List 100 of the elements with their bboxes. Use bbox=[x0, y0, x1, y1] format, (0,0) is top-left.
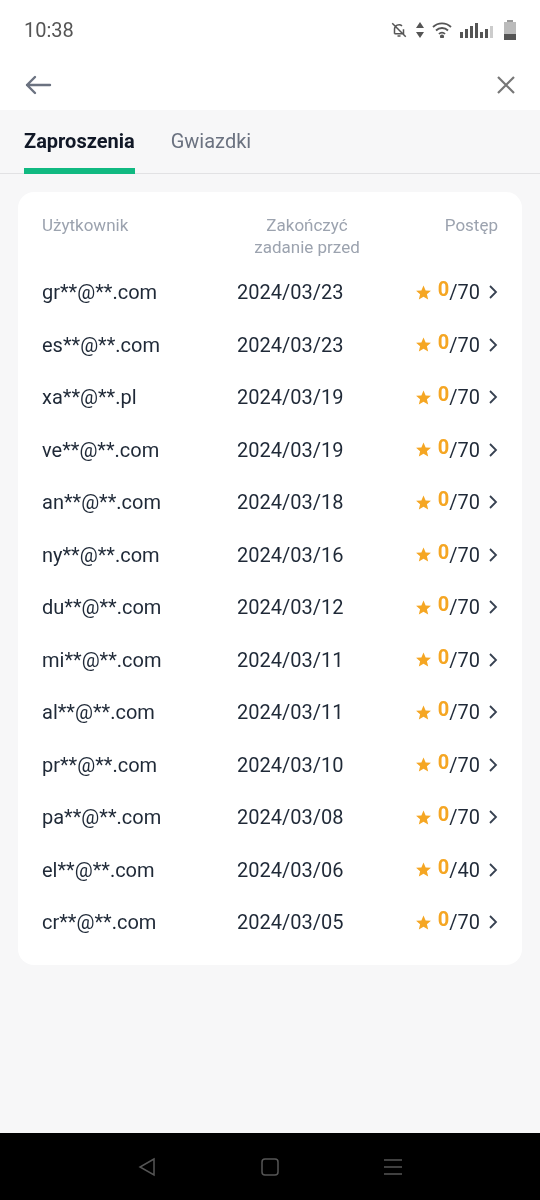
chevron-right-icon bbox=[488, 336, 498, 353]
invite-row[interactable]: ny**@**.com 2024/03/16 0/70 bbox=[42, 528, 498, 581]
invite-row[interactable]: du**@**.com 2024/03/12 0/70 bbox=[42, 581, 498, 634]
due-date: 2024/03/11 bbox=[237, 646, 345, 674]
chevron-right-icon bbox=[488, 756, 498, 773]
stars-total: /70 bbox=[449, 384, 480, 412]
stars-total: /70 bbox=[449, 279, 480, 307]
chevron-right-icon bbox=[488, 284, 498, 301]
home-nav-icon[interactable] bbox=[261, 1157, 279, 1176]
column-header: Zakończyć zadanie przed bbox=[253, 214, 361, 258]
stars-total: /70 bbox=[449, 699, 480, 727]
user-email: ny**@**.com bbox=[42, 541, 161, 569]
user-email: an**@**.com bbox=[42, 489, 163, 517]
stars-earned: 0 bbox=[437, 906, 450, 934]
due-date: 2024/03/11 bbox=[237, 699, 345, 727]
star-icon bbox=[414, 336, 432, 354]
invite-row[interactable]: al**@**.com 2024/03/11 0/70 bbox=[42, 686, 498, 739]
due-date: 2024/03/23 bbox=[237, 279, 345, 307]
data-arrows-icon bbox=[416, 22, 424, 38]
chevron-right-icon bbox=[488, 651, 498, 668]
invite-row[interactable]: an**@**.com 2024/03/18 0/70 bbox=[42, 476, 498, 529]
invite-row[interactable]: ve**@**.com 2024/03/19 0/70 bbox=[42, 423, 498, 476]
due-date: 2024/03/19 bbox=[237, 436, 345, 464]
invite-row[interactable]: cr**@**.com 2024/03/05 0/70 bbox=[42, 896, 498, 949]
chevron-right-icon bbox=[488, 914, 498, 931]
user-email: ve**@**.com bbox=[42, 436, 161, 464]
stars-earned: 0 bbox=[437, 801, 450, 829]
stars-total: /70 bbox=[449, 489, 480, 517]
stars-total: /70 bbox=[449, 751, 480, 779]
stars-total: /70 bbox=[449, 331, 480, 359]
star-icon bbox=[414, 808, 432, 826]
stars-earned: 0 bbox=[437, 538, 450, 566]
stars-total: /70 bbox=[449, 909, 480, 937]
star-icon bbox=[414, 493, 432, 511]
due-date: 2024/03/10 bbox=[237, 751, 345, 779]
stars-total: /70 bbox=[449, 594, 480, 622]
tab[interactable]: Zaproszenia bbox=[24, 126, 135, 174]
stars-earned: 0 bbox=[437, 328, 450, 356]
invite-row[interactable]: pr**@**.com 2024/03/10 0/70 bbox=[42, 738, 498, 791]
stars-earned: 0 bbox=[437, 853, 450, 881]
user-email: gr**@**.com bbox=[42, 279, 159, 307]
user-email: al**@**.com bbox=[42, 699, 156, 727]
battery-icon bbox=[504, 20, 516, 40]
stars-total: /70 bbox=[449, 436, 480, 464]
stars-total: /70 bbox=[449, 541, 480, 569]
star-icon bbox=[414, 756, 432, 774]
wifi-icon bbox=[432, 22, 452, 38]
back-button[interactable] bbox=[24, 75, 52, 95]
invite-row[interactable]: gr**@**.com 2024/03/23 0/70 bbox=[42, 266, 498, 319]
due-date: 2024/03/12 bbox=[237, 594, 345, 622]
invite-row[interactable]: el**@**.com 2024/03/06 0/40 bbox=[42, 843, 498, 896]
stars-earned: 0 bbox=[437, 748, 450, 776]
star-icon bbox=[414, 546, 432, 564]
stars-total: /40 bbox=[449, 856, 480, 884]
stars-earned: 0 bbox=[437, 276, 450, 304]
stars-total: /70 bbox=[449, 646, 480, 674]
status-time: 10:38 bbox=[24, 17, 74, 44]
user-email: cr**@**.com bbox=[42, 909, 158, 937]
stars-earned: 0 bbox=[437, 591, 450, 619]
signal-icon bbox=[460, 22, 496, 38]
invite-row[interactable]: pa**@**.com 2024/03/08 0/70 bbox=[42, 791, 498, 844]
stars-earned: 0 bbox=[437, 643, 450, 671]
user-email: du**@**.com bbox=[42, 594, 163, 622]
chevron-right-icon bbox=[488, 861, 498, 878]
star-icon bbox=[414, 388, 432, 406]
chevron-right-icon bbox=[488, 599, 498, 616]
chevron-right-icon bbox=[488, 704, 498, 721]
user-email: xa**@**.pl bbox=[42, 384, 138, 412]
star-icon bbox=[414, 703, 432, 721]
stars-earned: 0 bbox=[437, 381, 450, 409]
menu-nav-icon[interactable] bbox=[384, 1157, 402, 1176]
chevron-right-icon bbox=[488, 546, 498, 563]
due-date: 2024/03/16 bbox=[237, 541, 345, 569]
close-button[interactable] bbox=[496, 75, 516, 95]
invite-row[interactable]: es**@**.com 2024/03/23 0/70 bbox=[42, 318, 498, 371]
star-icon bbox=[414, 913, 432, 931]
chevron-right-icon bbox=[488, 389, 498, 406]
star-icon bbox=[414, 283, 432, 301]
due-date: 2024/03/05 bbox=[237, 909, 345, 937]
stars-earned: 0 bbox=[437, 433, 450, 461]
due-date: 2024/03/06 bbox=[237, 856, 345, 884]
user-email: el**@**.com bbox=[42, 856, 156, 884]
tab[interactable]: Gwiazdki bbox=[170, 126, 252, 174]
stars-earned: 0 bbox=[437, 486, 450, 514]
due-date: 2024/03/08 bbox=[237, 804, 345, 832]
chevron-right-icon bbox=[488, 441, 498, 458]
back-nav-icon[interactable] bbox=[138, 1156, 156, 1177]
star-icon bbox=[414, 861, 432, 879]
star-icon bbox=[414, 441, 432, 459]
column-header: Postęp bbox=[443, 214, 498, 236]
user-email: es**@**.com bbox=[42, 331, 162, 359]
user-email: mi**@**.com bbox=[42, 646, 163, 674]
user-email: pr**@**.com bbox=[42, 751, 159, 779]
invite-row[interactable]: mi**@**.com 2024/03/11 0/70 bbox=[42, 633, 498, 686]
invite-row[interactable]: xa**@**.pl 2024/03/19 0/70 bbox=[42, 371, 498, 424]
due-date: 2024/03/23 bbox=[237, 331, 345, 359]
user-email: pa**@**.com bbox=[42, 804, 163, 832]
stars-total: /70 bbox=[449, 804, 480, 832]
chevron-right-icon bbox=[488, 494, 498, 511]
chevron-right-icon bbox=[488, 809, 498, 826]
